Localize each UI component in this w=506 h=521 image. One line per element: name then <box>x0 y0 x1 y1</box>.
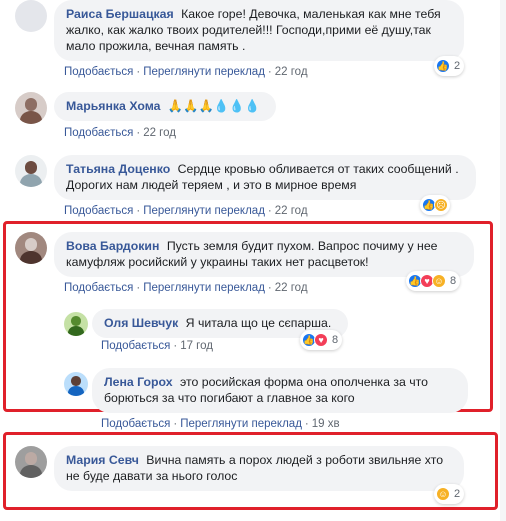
reaction-count: 8 <box>450 275 457 287</box>
reaction-summary[interactable]: 👍 ☹ <box>420 195 450 215</box>
avatar[interactable] <box>15 92 47 124</box>
avatar[interactable] <box>15 232 47 264</box>
reaction-count: 8 <box>332 334 339 346</box>
reaction-summary[interactable]: ☺ 2 <box>434 484 465 504</box>
translate-button[interactable]: Переглянути переклад <box>143 205 265 217</box>
comment-time[interactable]: 22 год <box>275 66 308 78</box>
love-icon: ♥ <box>314 333 328 347</box>
comment-bubble: Вова Бардокин Пусть земля будит пухом. В… <box>54 232 474 277</box>
translate-button[interactable]: Переглянути переклад <box>143 282 265 294</box>
comment-time[interactable]: 17 год <box>180 340 213 352</box>
comment-author[interactable]: Оля Шевчук <box>104 316 178 330</box>
avatar[interactable] <box>15 0 47 32</box>
like-button[interactable]: Подобається <box>64 282 133 294</box>
reaction-count: 2 <box>454 488 461 500</box>
comment-time[interactable]: 22 год <box>143 127 176 139</box>
comment-time[interactable]: 22 год <box>275 282 308 294</box>
comment-bubble: Мария Севч Вична память а порох людей з … <box>54 446 464 491</box>
comment-text: Я читала що це сєпарша. <box>185 316 332 330</box>
comment-actions: Подобається · 22 год <box>64 127 176 139</box>
comment-actions: Подобається · Переглянути переклад · 22 год <box>64 205 308 217</box>
comment-actions: Подобається · Переглянути переклад · 19 хв <box>101 418 340 430</box>
haha-icon: ☺ <box>436 487 450 501</box>
reaction-summary[interactable]: 👍 ♥ 8 <box>300 330 343 350</box>
comment-actions: Подобається · 17 год <box>101 340 213 352</box>
translate-button[interactable]: Переглянути переклад <box>143 66 265 78</box>
comment-actions: Подобається · Переглянути переклад · 22 год <box>64 282 308 294</box>
comment-bubble: Раиса Бершацкая Какое горе! Девочка, мал… <box>54 0 464 61</box>
sad-icon: ☹ <box>434 198 448 212</box>
like-icon: 👍 <box>436 59 450 73</box>
reaction-summary[interactable]: 👍 2 <box>434 56 465 76</box>
reaction-count: 2 <box>454 60 461 72</box>
avatar[interactable] <box>15 155 47 187</box>
comment-time[interactable]: 19 хв <box>312 418 340 430</box>
like-button[interactable]: Подобається <box>64 205 133 217</box>
like-button[interactable]: Подобається <box>101 340 170 352</box>
comment-author[interactable]: Мария Севч <box>66 453 139 467</box>
comment-author[interactable]: Лена Горох <box>104 375 173 389</box>
avatar[interactable] <box>15 446 47 478</box>
comment-author[interactable]: Раиса Бершацкая <box>66 7 174 21</box>
comment-author[interactable]: Вова Бардокин <box>66 239 159 253</box>
like-button[interactable]: Подобається <box>101 418 170 430</box>
translate-button[interactable]: Переглянути переклад <box>180 418 302 430</box>
reaction-summary[interactable]: 👍 ♥ ☺ 8 <box>406 271 461 291</box>
avatar[interactable] <box>64 312 88 336</box>
comment-author[interactable]: Татьяна Доценко <box>66 162 170 176</box>
avatar[interactable] <box>64 372 88 396</box>
comment-time[interactable]: 22 год <box>275 205 308 217</box>
comment-bubble: Лена Горох это росийская форма она ополч… <box>92 368 468 413</box>
haha-icon: ☺ <box>432 274 446 288</box>
like-button[interactable]: Подобається <box>64 127 133 139</box>
comment-actions: Подобається · Переглянути переклад · 22 год <box>64 66 308 78</box>
comment-bubble: Марьянка Хома 🙏🙏🙏💧💧💧 <box>54 92 276 121</box>
scrollbar[interactable] <box>500 0 506 521</box>
comment-bubble: Татьяна Доценко Сердце кровью обливается… <box>54 155 476 200</box>
comment-author[interactable]: Марьянка Хома <box>66 99 160 113</box>
like-button[interactable]: Подобається <box>64 66 133 78</box>
comment-text: 🙏🙏🙏💧💧💧 <box>167 99 260 113</box>
